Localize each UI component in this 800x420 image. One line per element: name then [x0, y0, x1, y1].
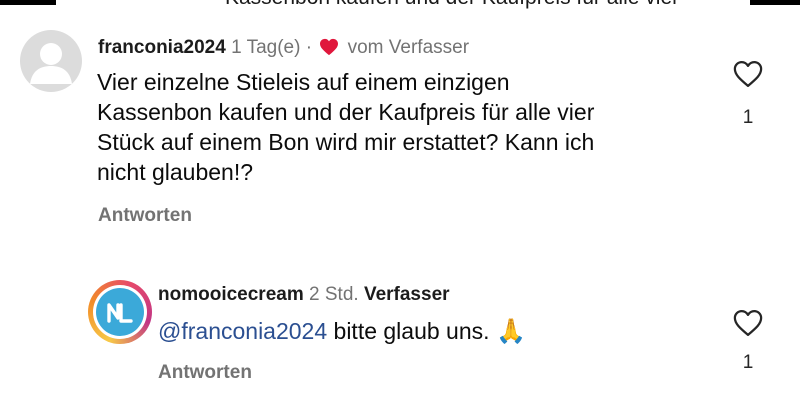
meta-separator: ·: [305, 37, 313, 58]
comment-line: nicht glauben!?: [97, 159, 254, 185]
heart-outline-icon[interactable]: [733, 309, 763, 337]
mention-link[interactable]: @franconia2024: [158, 318, 327, 344]
heart-filled-icon: [319, 38, 339, 62]
heart-outline-icon[interactable]: [733, 60, 763, 88]
user-avatar[interactable]: [20, 30, 82, 92]
reply-username[interactable]: nomooicecream: [158, 284, 304, 305]
default-user-icon: [30, 43, 72, 84]
comment-line: Stück auf einem Bon wird mir erstattet? …: [97, 129, 595, 155]
liked-by-author-label: vom Verfasser: [347, 37, 470, 58]
comment-meta: franconia2024 1 Tag(e) · vom Verfasser: [98, 37, 469, 62]
cut-off-text: Kassenbon kaufen und der Kaufpreis für a…: [225, 0, 679, 10]
reply-meta: nomooicecream 2 Std. Verfasser: [158, 284, 450, 306]
brand-avatar[interactable]: [88, 280, 152, 344]
comment-timestamp: 1 Tag(e): [231, 37, 301, 58]
author-badge: Verfasser: [363, 284, 450, 305]
folded-hands-emoji: 🙏: [495, 318, 526, 345]
previous-content-edge: Kassenbon kaufen und der Kaufpreis für a…: [0, 0, 800, 9]
comment-username[interactable]: franconia2024: [98, 37, 226, 58]
comment-line: Vier einzelne Stieleis auf einem einzige…: [97, 69, 510, 95]
like-count[interactable]: 1: [728, 107, 768, 129]
comment-line: Kassenbon kaufen und der Kaufpreis für a…: [97, 99, 595, 125]
brand-logo-icon: [96, 288, 144, 336]
reply-text: @franconia2024 bitte glaub uns. 🙏: [158, 316, 526, 347]
reply-body: bitte glaub uns.: [327, 318, 496, 344]
comment-text: Vier einzelne Stieleis auf einem einzige…: [97, 67, 717, 187]
reply-button[interactable]: Antworten: [158, 362, 252, 384]
reply-like: 1: [728, 309, 768, 374]
reply-timestamp: 2 Std.: [309, 284, 359, 305]
like-count[interactable]: 1: [728, 352, 768, 374]
reply-button[interactable]: Antworten: [98, 205, 192, 227]
comment-like: 1: [728, 60, 768, 129]
